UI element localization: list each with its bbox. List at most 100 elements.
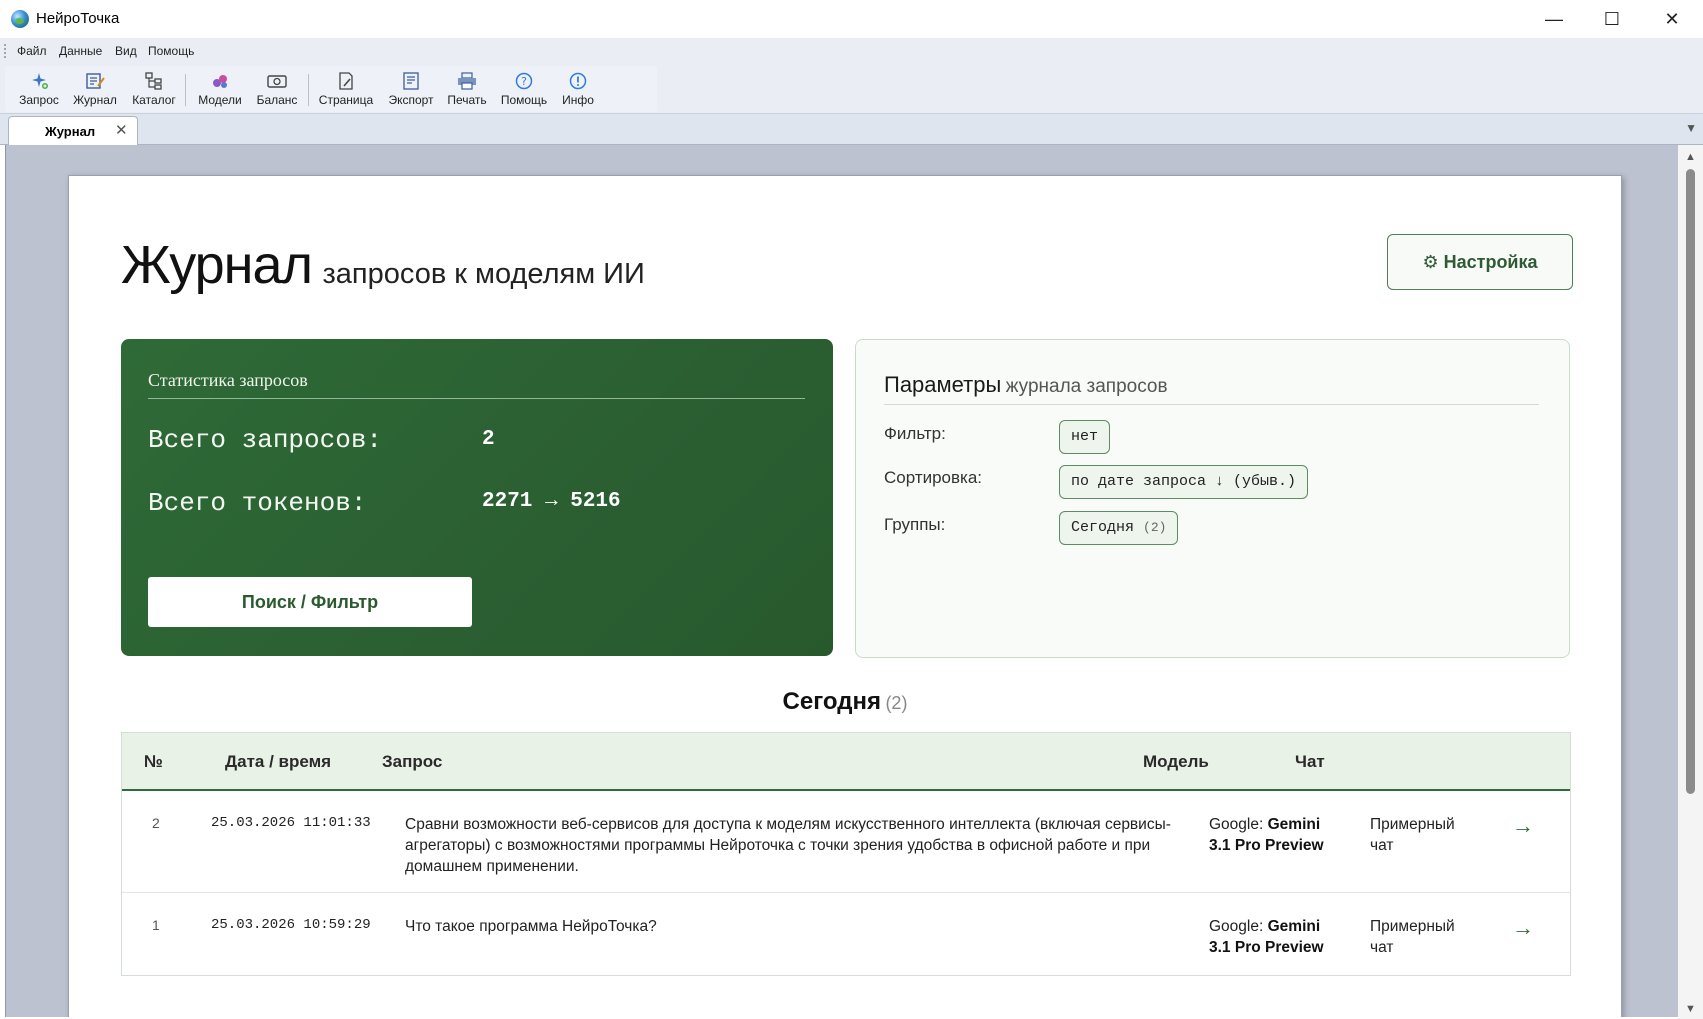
column-header-date: Дата / время xyxy=(225,752,332,771)
export-doc-icon xyxy=(403,72,419,90)
toolbar-separator xyxy=(308,74,309,106)
toolbar-area: Запрос Журнал Каталог Модели Баланс Стра… xyxy=(0,64,1703,114)
vertical-scrollbar[interactable]: ▲ ▼ xyxy=(1678,145,1703,1019)
column-header-chat: Чат xyxy=(1295,752,1325,771)
tab-journal[interactable]: Журнал ✕ xyxy=(8,116,138,145)
row-model: Google: Gemini 3.1 Pro Preview xyxy=(1209,814,1337,856)
stats-divider xyxy=(148,398,805,399)
toolbar-info-button[interactable]: Инфо xyxy=(558,66,598,112)
stats-card: Статистика запросов Всего запросов: 2 Вс… xyxy=(121,339,833,656)
printer-icon xyxy=(458,72,476,90)
group-title: Сегодня xyxy=(782,688,881,715)
table-row[interactable]: 1 25.03.2026 10:59:29 Что такое программ… xyxy=(122,893,1570,973)
row-num: 1 xyxy=(152,917,160,933)
toolbar-separator xyxy=(185,74,186,106)
toolbar-help-button[interactable]: ? Помощь xyxy=(499,66,549,112)
params-title: Параметры журнала запросов xyxy=(884,372,1168,398)
open-request-arrow-icon[interactable]: → xyxy=(1512,813,1534,839)
toolbar-export-label: Экспорт xyxy=(388,93,434,107)
scrollbar-thumb[interactable] xyxy=(1686,169,1695,794)
table-row[interactable]: 2 25.03.2026 11:01:33 Сравни возможности… xyxy=(122,791,1570,893)
models-cubes-icon xyxy=(213,75,227,88)
toolbar-models-label: Модели xyxy=(198,93,242,107)
toolbar-journal-button[interactable]: Журнал xyxy=(69,66,121,112)
filter-label: Фильтр: xyxy=(884,424,946,443)
stats-title: Статистика запросов xyxy=(148,370,308,390)
page-title: Журнал запросов к моделям ИИ xyxy=(121,234,645,296)
toolbar-models-button[interactable]: Модели xyxy=(195,66,245,112)
menu-help[interactable]: Помощь xyxy=(148,44,194,58)
requests-table: № Дата / время Запрос Модель Чат 2 25.03… xyxy=(121,732,1571,976)
title-bar: НейроТочка — ☐ ✕ xyxy=(0,0,1703,38)
toolbar-catalog-button[interactable]: Каталог xyxy=(128,66,180,112)
settings-button[interactable]: ⚙ Настройка xyxy=(1387,234,1573,290)
row-num: 2 xyxy=(152,815,160,831)
app-globe-icon xyxy=(11,10,29,28)
menu-bar: Файл Данные Вид Помощь xyxy=(0,38,1703,64)
row-chat: Примерный чат xyxy=(1370,816,1455,854)
column-header-query: Запрос xyxy=(382,752,443,771)
journal-page: Журнал запросов к моделям ИИ ⚙ Настройка… xyxy=(68,175,1622,1017)
column-header-model: Модель xyxy=(1143,752,1209,771)
row-model-provider: Google: xyxy=(1209,816,1264,833)
menu-view[interactable]: Вид xyxy=(115,44,137,58)
toolbar-export-button[interactable]: Экспорт xyxy=(385,66,437,112)
total-tokens-label: Всего токенов: xyxy=(148,488,367,518)
tab-close-icon[interactable]: ✕ xyxy=(115,121,128,139)
groups-chip[interactable]: Сегодня (2) xyxy=(1059,511,1179,545)
info-icon xyxy=(569,72,587,90)
row-date: 25.03.2026 11:01:33 xyxy=(211,815,371,831)
menu-file[interactable]: Файл xyxy=(17,44,47,58)
toolbar-request-label: Запрос xyxy=(19,93,59,107)
tab-strip: Журнал ✕ ▼ xyxy=(0,114,1703,145)
page-title-sub: запросов к моделям ИИ xyxy=(322,258,645,290)
params-card: Параметры журнала запросов Фильтр: нет С… xyxy=(855,339,1570,658)
minimize-button[interactable]: — xyxy=(1525,0,1583,38)
total-requests-label: Всего запросов: xyxy=(148,425,383,455)
menu-grip xyxy=(4,44,8,58)
toolbar-page-label: Страница xyxy=(318,93,374,107)
toolbar-print-label: Печать xyxy=(447,93,487,107)
toolbar-balance-label: Баланс xyxy=(256,93,298,107)
search-filter-button[interactable]: Поиск / Фильтр xyxy=(148,577,472,627)
scroll-down-icon[interactable]: ▼ xyxy=(1685,1003,1696,1015)
toolbar-request-button[interactable]: Запрос xyxy=(15,66,63,112)
toolbar-catalog-label: Каталог xyxy=(132,93,176,107)
row-date: 25.03.2026 10:59:29 xyxy=(211,917,371,933)
group-count: (2) xyxy=(885,693,908,713)
page-edit-icon xyxy=(339,72,353,90)
tab-journal-label: Журнал xyxy=(45,124,96,139)
sort-label: Сортировка: xyxy=(884,468,983,487)
toolbar-info-label: Инфо xyxy=(562,93,594,107)
toolbar: Запрос Журнал Каталог Модели Баланс Стра… xyxy=(5,66,657,112)
group-header: Сегодня (2) xyxy=(69,688,1621,716)
toolbar-journal-label: Журнал xyxy=(73,93,117,107)
filter-chip[interactable]: нет xyxy=(1059,420,1111,454)
params-divider xyxy=(884,404,1539,405)
row-chat: Примерный чат xyxy=(1370,918,1455,956)
row-model-provider: Google: xyxy=(1209,918,1264,935)
help-circle-icon: ? xyxy=(515,72,533,90)
svg-text:?: ? xyxy=(521,75,527,88)
maximize-button[interactable]: ☐ xyxy=(1583,0,1641,38)
wallet-balance-icon xyxy=(267,75,287,88)
journal-edit-icon xyxy=(86,73,105,89)
groups-chip-count: (2) xyxy=(1143,520,1167,535)
groups-label: Группы: xyxy=(884,515,946,534)
window-title: НейроТочка xyxy=(36,10,120,27)
scroll-up-icon[interactable]: ▲ xyxy=(1685,151,1696,163)
open-request-arrow-icon[interactable]: → xyxy=(1512,915,1534,941)
toolbar-print-button[interactable]: Печать xyxy=(445,66,489,112)
sort-chip[interactable]: по дате запроса ↓ (убыв.) xyxy=(1059,465,1309,499)
close-button[interactable]: ✕ xyxy=(1643,0,1701,38)
sparkle-plus-icon xyxy=(32,73,48,89)
menu-data[interactable]: Данные xyxy=(59,44,102,58)
total-tokens-value: 2271 → 5216 xyxy=(482,490,621,513)
tab-list-dropdown-icon[interactable]: ▼ xyxy=(1685,121,1697,135)
toolbar-balance-button[interactable]: Баланс xyxy=(252,66,302,112)
table-header: № Дата / время Запрос Модель Чат xyxy=(122,733,1570,791)
params-title-bold: Параметры xyxy=(884,372,1002,397)
toolbar-page-button[interactable]: Страница xyxy=(316,66,376,112)
catalog-tree-icon xyxy=(145,72,162,90)
params-title-rest: журнала запросов xyxy=(1005,376,1168,397)
